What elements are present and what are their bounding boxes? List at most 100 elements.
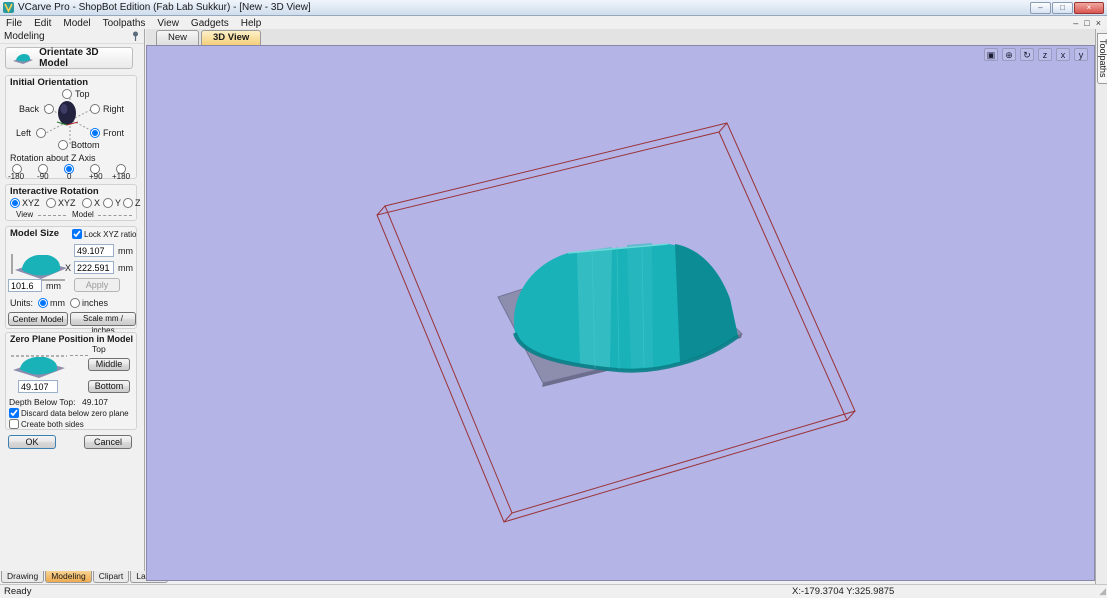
viewport-toolbar: ▣ ⊕ ↻ z x y [984, 48, 1088, 61]
depth-below-top-value: 49.107 [82, 397, 108, 407]
menu-help[interactable]: Help [235, 18, 268, 29]
pan-view-icon[interactable]: ⊕ [1002, 48, 1016, 61]
tab-3d-view[interactable]: 3D View [201, 30, 262, 45]
teal-3d-model [513, 243, 740, 373]
create-both-sides-checkbox[interactable] [9, 419, 19, 429]
tab-clipart[interactable]: Clipart [92, 571, 130, 583]
menu-model[interactable]: Model [57, 18, 96, 29]
menu-toolpaths[interactable]: Toolpaths [97, 18, 152, 29]
model-size-thumbnail [11, 254, 67, 281]
orientation-left-label: Left [16, 128, 32, 138]
group-title: Interactive Rotation [10, 186, 99, 197]
zero-plane-bottom-button[interactable]: Bottom [88, 380, 130, 393]
divider [70, 355, 88, 356]
view-scope-label: View [16, 210, 34, 219]
rotate-model-y-radio[interactable] [103, 198, 113, 208]
model-depth-input[interactable] [8, 279, 42, 292]
mdi-restore-button[interactable]: □ [1084, 18, 1089, 28]
resize-grip-icon[interactable]: ◢ [1099, 586, 1106, 597]
tab-toolpaths[interactable]: Toolpaths [1097, 33, 1107, 84]
plan-view-z-icon[interactable]: z [1038, 48, 1052, 61]
rotate-view-icon[interactable]: ↻ [1020, 48, 1034, 61]
zero-plane-value-input[interactable] [18, 380, 58, 393]
rotate-view-xyz-radio[interactable] [10, 198, 20, 208]
model-height-input[interactable] [74, 244, 114, 257]
orientation-front-label: Front [103, 128, 125, 138]
orientate-model-icon [13, 54, 33, 64]
menu-file[interactable]: File [0, 18, 28, 29]
window-title: VCarve Pro - ShopBot Edition (Fab Lab Su… [18, 2, 311, 13]
mdi-minimize-button[interactable]: – [1073, 18, 1078, 28]
cursor-coordinates: X:-179.3704 Y:325.9875 [792, 586, 895, 597]
initial-orientation-group: Initial Orientation Top Back Right Left … [5, 75, 137, 181]
lock-xyz-ratio-checkbox[interactable] [72, 229, 82, 239]
z-rotation-plus90-label: +90 [89, 172, 103, 181]
depth-below-top-label: Depth Below Top: [9, 397, 76, 407]
model-size-group: Model Size Lock XYZ ratio mm X mm mm App… [5, 226, 137, 335]
group-title: Zero Plane Position in Model [10, 334, 134, 344]
discard-below-zero-label: Discard data below zero plane [21, 409, 129, 418]
tab-new[interactable]: New [156, 30, 200, 45]
side-view-y-icon[interactable]: y [1074, 48, 1088, 61]
units-mm-label: mm [50, 298, 65, 308]
3d-viewport[interactable]: ▣ ⊕ ↻ z x y [146, 45, 1095, 581]
rotate-model-z-radio[interactable] [123, 198, 133, 208]
tool-header: Orientate 3D Model [5, 47, 133, 69]
menu-gadgets[interactable]: Gadgets [185, 18, 235, 29]
orientation-right-label: Right [103, 104, 125, 114]
app-icon [3, 2, 14, 13]
unit-label: mm [118, 246, 133, 256]
center-model-button[interactable]: Center Model [8, 312, 68, 326]
model-width-input[interactable] [74, 261, 114, 274]
panel-title: Modeling [4, 30, 45, 42]
model-scope-label: Model [72, 210, 94, 219]
zero-plane-thumbnail [11, 355, 67, 378]
rotate-model-x-radio[interactable] [82, 198, 92, 208]
menu-view[interactable]: View [151, 18, 185, 29]
units-label: Units: [10, 298, 34, 308]
document-tab-bar: New 3D View [146, 29, 1095, 45]
z-rotation-0-label: 0 [67, 172, 72, 181]
side-view-x-icon[interactable]: x [1056, 48, 1070, 61]
right-panel-strip: Toolpaths [1095, 29, 1107, 584]
orientation-bottom-radio[interactable] [58, 140, 68, 150]
status-bar: Ready X:-179.3704 Y:325.9875 ◢ [0, 584, 1107, 598]
unit-label: mm [118, 263, 133, 273]
units-inches-radio[interactable] [70, 298, 80, 308]
close-button[interactable]: × [1074, 1, 1104, 14]
bottom-tab-bar: Drawing Modeling Clipart Layers [1, 571, 168, 584]
interactive-rotation-group: Interactive Rotation XYZ XYZ X Y Z View … [5, 184, 141, 221]
rotate-model-xyz-label: XYZ [58, 198, 76, 208]
tool-title: Orientate 3D Model [39, 47, 99, 69]
pin-icon[interactable] [131, 31, 140, 41]
group-title: Model Size [10, 228, 60, 239]
units-mm-radio[interactable] [38, 298, 48, 308]
unit-label: mm [46, 281, 61, 291]
zero-plane-middle-button[interactable]: Middle [88, 358, 130, 371]
orientation-model-thumbnail [56, 101, 79, 126]
orientation-bottom-label: Bottom [71, 140, 100, 150]
zero-plane-group: Zero Plane Position in Model Top Middle … [5, 332, 137, 430]
status-text: Ready [4, 586, 32, 597]
zoom-extents-icon[interactable]: ▣ [984, 48, 998, 61]
maximize-button[interactable]: □ [1052, 1, 1073, 14]
rotate-model-xyz-radio[interactable] [46, 198, 56, 208]
menu-edit[interactable]: Edit [28, 18, 57, 29]
cancel-button[interactable]: Cancel [84, 435, 132, 449]
orientation-left-radio[interactable] [36, 128, 46, 138]
zero-plane-top-label: Top [92, 344, 106, 354]
orientation-front-radio[interactable] [90, 128, 100, 138]
minimize-button[interactable]: – [1030, 1, 1051, 14]
tab-drawing[interactable]: Drawing [1, 571, 45, 583]
rotate-model-y-label: Y [115, 198, 122, 208]
tab-modeling[interactable]: Modeling [45, 571, 92, 583]
scale-units-button[interactable]: Scale mm / inches [70, 312, 136, 335]
divider [38, 215, 66, 216]
orientation-right-radio[interactable] [90, 104, 100, 114]
ok-button[interactable]: OK [8, 435, 56, 449]
discard-below-zero-checkbox[interactable] [9, 408, 19, 418]
mdi-close-button[interactable]: × [1096, 18, 1101, 28]
create-both-sides-label: Create both sides [21, 420, 84, 429]
rotate-model-x-label: X [94, 198, 101, 208]
z-rotation-minus180-label: -180 [8, 172, 25, 181]
